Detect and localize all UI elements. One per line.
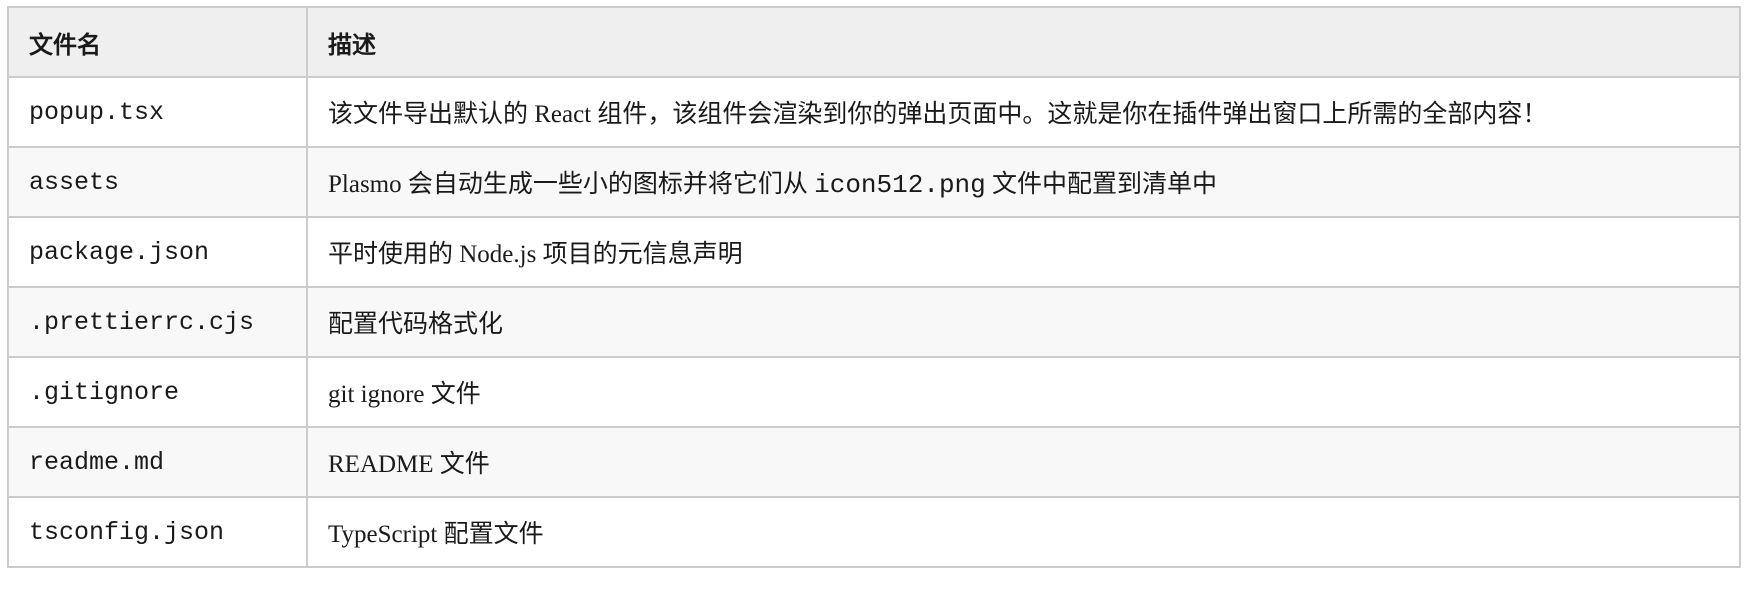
description-cell: README 文件 — [306, 426, 1741, 498]
header-file-name: 文件名 — [7, 6, 308, 78]
table-row: package.json 平时使用的 Node.js 项目的元信息声明 — [7, 216, 1741, 288]
file-name-cell: readme.md — [7, 426, 308, 498]
header-row: 文件名 描述 — [7, 6, 1741, 78]
description-cell: TypeScript 配置文件 — [306, 496, 1741, 568]
file-name-cell: .prettierrc.cjs — [7, 286, 308, 358]
table-row: readme.md README 文件 — [7, 426, 1741, 498]
file-name-cell: tsconfig.json — [7, 496, 308, 568]
description-cell: 平时使用的 Node.js 项目的元信息声明 — [306, 216, 1741, 288]
table-body: popup.tsx 该文件导出默认的 React 组件，该组件会渲染到你的弹出页… — [7, 76, 1741, 568]
file-name-cell: assets — [7, 146, 308, 218]
file-name-cell: popup.tsx — [7, 76, 308, 148]
table-row: assets Plasmo 会自动生成一些小的图标并将它们从 icon512.p… — [7, 146, 1741, 218]
inline-code: icon512.png — [814, 170, 986, 200]
header-description: 描述 — [306, 6, 1741, 78]
description-cell: 配置代码格式化 — [306, 286, 1741, 358]
file-name-cell: .gitignore — [7, 356, 308, 428]
table-row: .prettierrc.cjs 配置代码格式化 — [7, 286, 1741, 358]
file-name-cell: package.json — [7, 216, 308, 288]
table-row: .gitignore git ignore 文件 — [7, 356, 1741, 428]
description-cell: Plasmo 会自动生成一些小的图标并将它们从 icon512.png 文件中配… — [306, 146, 1741, 218]
table-row: popup.tsx 该文件导出默认的 React 组件，该组件会渲染到你的弹出页… — [7, 76, 1741, 148]
table-row: tsconfig.json TypeScript 配置文件 — [7, 496, 1741, 568]
file-description-table: 文件名 描述 popup.tsx 该文件导出默认的 React 组件，该组件会渲… — [7, 6, 1741, 568]
description-text: 文件中配置到清单中 — [985, 171, 1218, 198]
description-cell: git ignore 文件 — [306, 356, 1741, 428]
description-cell: 该文件导出默认的 React 组件，该组件会渲染到你的弹出页面中。这就是你在插件… — [306, 76, 1741, 148]
description-text: Plasmo 会自动生成一些小的图标并将它们从 — [328, 171, 815, 198]
table-header: 文件名 描述 — [7, 6, 1741, 78]
